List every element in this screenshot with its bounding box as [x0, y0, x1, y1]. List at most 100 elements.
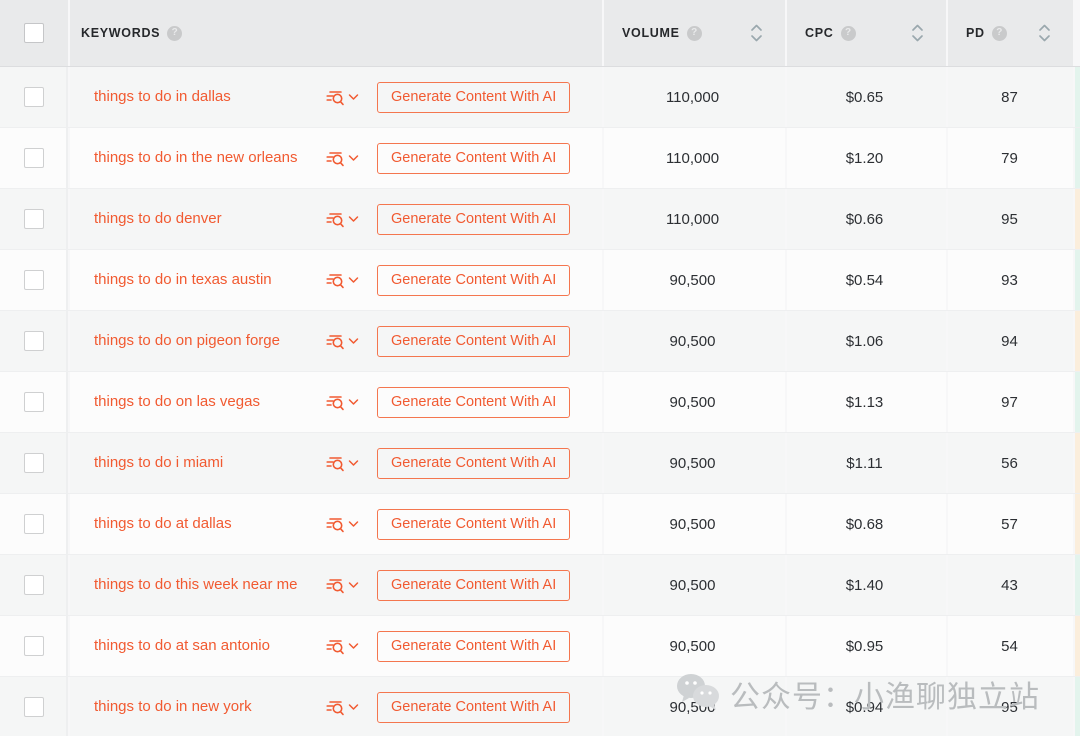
- serp-analysis-icon[interactable]: [326, 88, 359, 106]
- select-all-checkbox[interactable]: [24, 23, 44, 43]
- row-select-cell: [0, 494, 68, 554]
- row-checkbox[interactable]: [24, 87, 44, 107]
- pd-value: 56: [1001, 454, 1018, 472]
- keyword-cell: things to do in dallas Generate Content W…: [68, 67, 602, 127]
- generate-content-with-ai-button[interactable]: Generate Content With AI: [377, 691, 571, 723]
- serp-analysis-icon[interactable]: [326, 332, 359, 350]
- serp-analysis-icon[interactable]: [326, 515, 359, 533]
- keyword-link[interactable]: things to do in new york: [94, 697, 326, 716]
- row-checkbox[interactable]: [24, 636, 44, 656]
- row-checkbox[interactable]: [24, 331, 44, 351]
- table-row: things to do i miami Generate Content Wit…: [0, 433, 1080, 494]
- serp-analysis-icon[interactable]: [326, 454, 359, 472]
- sort-toggle-pd[interactable]: [1038, 22, 1051, 44]
- keyword-link[interactable]: things to do on pigeon forge: [94, 331, 326, 350]
- table-row: things to do in new york Generate Content…: [0, 677, 1080, 736]
- table-row: things to do at dallas Generate Content W…: [0, 494, 1080, 555]
- volume-value: 90,500: [669, 637, 716, 655]
- help-icon-pd[interactable]: ?: [991, 25, 1007, 41]
- keyword-link[interactable]: things to do at san antonio: [94, 636, 326, 655]
- help-icon-cpc[interactable]: ?: [840, 25, 856, 41]
- chevron-down-icon[interactable]: [348, 210, 359, 228]
- chevron-down-icon[interactable]: [348, 576, 359, 594]
- help-icon-keywords[interactable]: ?: [167, 25, 183, 41]
- keyword-link[interactable]: things to do this week near me: [94, 575, 326, 594]
- row-checkbox[interactable]: [24, 209, 44, 229]
- generate-content-with-ai-button[interactable]: Generate Content With AI: [377, 447, 571, 479]
- chevron-down-icon[interactable]: [348, 393, 359, 411]
- volume-value: 90,500: [669, 576, 716, 594]
- next-column-sliver: [1073, 128, 1080, 188]
- table-row: things to do on pigeon forge Generate Con…: [0, 311, 1080, 372]
- header-cell-volume[interactable]: VOLUME ?: [602, 0, 785, 66]
- keyword-link[interactable]: things to do denver: [94, 209, 326, 228]
- serp-analysis-icon[interactable]: [326, 210, 359, 228]
- keyword-cell: things to do in the new orleans Generate …: [68, 128, 602, 188]
- generate-content-with-ai-button[interactable]: Generate Content With AI: [377, 386, 571, 418]
- row-checkbox[interactable]: [24, 148, 44, 168]
- cpc-value: $0.95: [845, 637, 884, 655]
- sort-toggle-volume[interactable]: [750, 22, 763, 44]
- header-cell-cpc[interactable]: CPC ?: [785, 0, 946, 66]
- table-row: things to do denver Generate Content With…: [0, 189, 1080, 250]
- keyword-link[interactable]: things to do in texas austin: [94, 270, 326, 289]
- keyword-link[interactable]: things to do on las vegas: [94, 392, 326, 411]
- volume-cell: 90,500: [602, 677, 785, 736]
- chevron-down-icon[interactable]: [348, 332, 359, 350]
- keyword-link[interactable]: things to do in the new orleans: [94, 148, 326, 167]
- volume-value: 90,500: [669, 698, 716, 716]
- help-icon-volume[interactable]: ?: [686, 25, 702, 41]
- serp-analysis-icon[interactable]: [326, 271, 359, 289]
- generate-content-with-ai-button[interactable]: Generate Content With AI: [377, 264, 571, 296]
- row-checkbox[interactable]: [24, 697, 44, 717]
- chevron-down-icon[interactable]: [348, 698, 359, 716]
- keyword-link[interactable]: things to do in dallas: [94, 87, 326, 106]
- serp-analysis-icon[interactable]: [326, 149, 359, 167]
- serp-analysis-icon[interactable]: [326, 576, 359, 594]
- row-select-cell: [0, 372, 68, 432]
- cpc-cell: $1.20: [785, 128, 946, 188]
- keyword-cell: things to do i miami Generate Content Wit…: [68, 433, 602, 493]
- generate-content-with-ai-button[interactable]: Generate Content With AI: [377, 81, 571, 113]
- next-column-sliver: [1073, 311, 1080, 371]
- chevron-down-icon[interactable]: [348, 271, 359, 289]
- volume-cell: 90,500: [602, 494, 785, 554]
- volume-cell: 110,000: [602, 67, 785, 127]
- chevron-down-icon[interactable]: [348, 88, 359, 106]
- pd-cell: 57: [946, 494, 1073, 554]
- row-checkbox[interactable]: [24, 270, 44, 290]
- generate-content-with-ai-button[interactable]: Generate Content With AI: [377, 203, 571, 235]
- chevron-down-icon[interactable]: [348, 515, 359, 533]
- keyword-cell: things to do this week near me Generate C…: [68, 555, 602, 615]
- pd-cell: 95: [946, 189, 1073, 249]
- serp-analysis-icon[interactable]: [326, 637, 359, 655]
- pd-cell: 43: [946, 555, 1073, 615]
- pd-value: 43: [1001, 576, 1018, 594]
- chevron-down-icon[interactable]: [348, 454, 359, 472]
- keyword-results-table: KEYWORDS ? VOLUME ? CPC ? PD ? things to…: [0, 0, 1080, 736]
- sort-toggle-cpc[interactable]: [911, 22, 924, 44]
- generate-content-with-ai-button[interactable]: Generate Content With AI: [377, 142, 571, 174]
- serp-analysis-icon[interactable]: [326, 393, 359, 411]
- cpc-cell: $0.66: [785, 189, 946, 249]
- row-checkbox[interactable]: [24, 575, 44, 595]
- chevron-down-icon[interactable]: [348, 637, 359, 655]
- header-cell-pd[interactable]: PD ?: [946, 0, 1073, 66]
- keyword-cell: things to do in new york Generate Content…: [68, 677, 602, 736]
- cpc-value: $0.66: [845, 210, 884, 228]
- keyword-link[interactable]: things to do at dallas: [94, 514, 326, 533]
- row-checkbox[interactable]: [24, 453, 44, 473]
- serp-analysis-icon[interactable]: [326, 698, 359, 716]
- chevron-down-icon[interactable]: [348, 149, 359, 167]
- generate-content-with-ai-button[interactable]: Generate Content With AI: [377, 630, 571, 662]
- row-checkbox[interactable]: [24, 392, 44, 412]
- header-label-volume: VOLUME: [622, 26, 680, 40]
- table-row: things to do on las vegas Generate Conten…: [0, 372, 1080, 433]
- generate-content-with-ai-button[interactable]: Generate Content With AI: [377, 508, 571, 540]
- generate-content-with-ai-button[interactable]: Generate Content With AI: [377, 569, 571, 601]
- keyword-cell: things to do at san antonio Generate Cont…: [68, 616, 602, 676]
- header-cell-next-column-sliver: [1073, 0, 1080, 66]
- row-checkbox[interactable]: [24, 514, 44, 534]
- keyword-link[interactable]: things to do i miami: [94, 453, 326, 472]
- generate-content-with-ai-button[interactable]: Generate Content With AI: [377, 325, 571, 357]
